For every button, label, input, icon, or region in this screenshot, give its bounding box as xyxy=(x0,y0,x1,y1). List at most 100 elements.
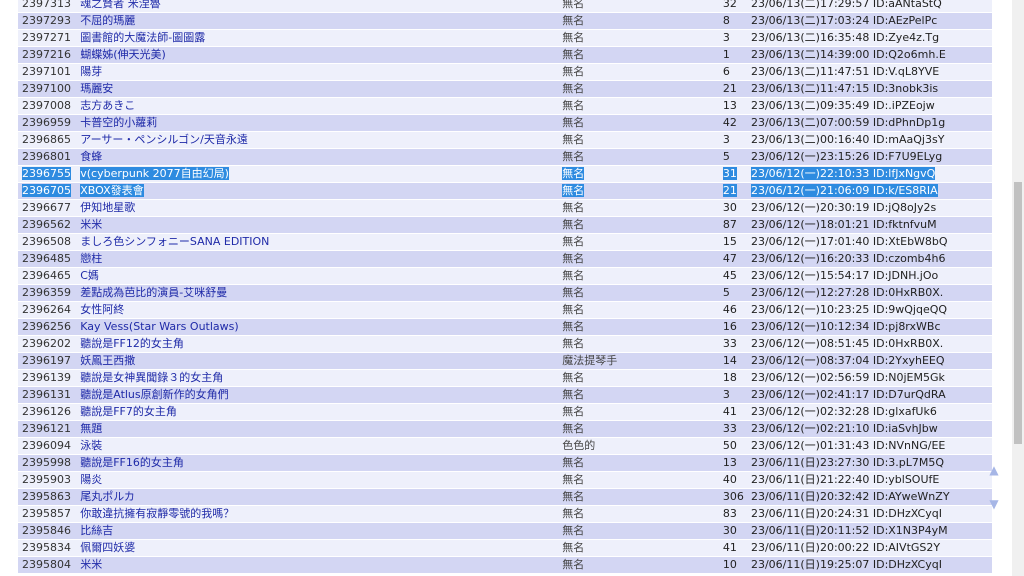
thread-row: 2395998 聽說是FF16的女主角 無名 13 23/06/11(日)23:27:3… xyxy=(18,455,992,472)
thread-number-cell: 2395998 xyxy=(18,455,77,472)
thread-number: 2396465 xyxy=(22,269,71,282)
reply-count: 1 xyxy=(722,48,730,61)
thread-title-link[interactable]: 佩爾四妖婆 xyxy=(80,541,135,554)
reply-count-cell: 21 xyxy=(718,81,747,98)
scroll-up-arrow-icon[interactable]: ▲ xyxy=(987,463,1001,477)
post-date-id: 23/06/12(一)10:23:25 ID:9wQjqeQQ xyxy=(750,303,948,316)
poster-name: 無名 xyxy=(562,286,585,299)
post-date-id-cell: 23/06/12(一)02:56:59 ID:N0jEM5Gk xyxy=(746,370,992,387)
thread-title-link[interactable]: 差點成為芭比的演員-艾咪舒曼 xyxy=(80,286,227,299)
post-date-id-cell: 23/06/11(日)20:11:52 ID:X1N3P4yM xyxy=(746,523,992,540)
thread-number-cell: 2395846 xyxy=(18,523,77,540)
thread-title-link[interactable]: 不屈的瑪麗 xyxy=(80,14,135,27)
thread-title-link-cell: v(cyberpunk 2077自由幻局) xyxy=(76,166,559,183)
thread-number: 2396121 xyxy=(22,422,71,435)
thread-title-link[interactable]: 伊知地星歌 xyxy=(80,201,135,214)
thread-title-link-cell: 食蜂 xyxy=(76,149,559,166)
thread-title-link[interactable]: 尾丸ポルカ xyxy=(80,490,135,503)
thread-number-cell: 2395834 xyxy=(18,540,77,557)
thread-row: 2396562 米米 無名 87 23/06/12(一)18:01:21 ID:fktn… xyxy=(18,217,992,234)
poster-name-cell: 無名 xyxy=(558,200,719,217)
thread-title-link[interactable]: 無題 xyxy=(80,422,102,435)
thread-title-link[interactable]: 女性阿終 xyxy=(80,303,124,316)
thread-number: 2396131 xyxy=(22,388,71,401)
thread-title-link[interactable]: 泳裝 xyxy=(80,439,102,452)
post-date-id-cell: 23/06/13(二)11:47:51 ID:V.qL8YVE xyxy=(746,64,992,81)
thread-title-link[interactable]: C媽 xyxy=(80,269,99,282)
thread-row: 2396256 Kay Vess(Star Wars Outlaws) 無名 16 23… xyxy=(18,319,992,336)
post-date-id-cell: 23/06/12(一)15:54:17 ID:JDNH.jOo xyxy=(746,268,992,285)
poster-name-cell: 無名 xyxy=(558,149,719,166)
thread-number-cell: 2397216 xyxy=(18,47,77,64)
thread-title-link[interactable]: ましろ色シンフォニーSANA EDITION xyxy=(80,235,269,248)
poster-name-cell: 無名 xyxy=(558,115,719,132)
scroll-down-arrow-icon[interactable]: ▼ xyxy=(987,497,1001,511)
thread-title-link[interactable]: 瑪麗安 xyxy=(80,82,113,95)
thread-title-link[interactable]: 志方あきこ xyxy=(80,99,135,112)
thread-title-link[interactable]: v(cyberpunk 2077自由幻局) xyxy=(80,167,229,180)
thread-title-link[interactable]: 妖鳳王西撒 xyxy=(80,354,135,367)
thread-row: 2395834 佩爾四妖婆 無名 41 23/06/11(日)20:00:22 ID:A… xyxy=(18,540,992,557)
thread-title-link[interactable]: 米米 xyxy=(80,218,102,231)
thread-number-cell: 2396264 xyxy=(18,302,77,319)
thread-title-link[interactable]: 聽說是FF7的女主角 xyxy=(80,405,177,418)
thread-title-link-cell: 瑪麗安 xyxy=(76,81,559,98)
reply-count-cell: 306 xyxy=(718,489,747,506)
post-date-id: 23/06/11(日)21:22:40 ID:yblSOUfE xyxy=(750,473,940,486)
thread-title-link-cell: 米米 xyxy=(76,217,559,234)
poster-name: 無名 xyxy=(562,558,585,571)
thread-title-link[interactable]: 戀柱 xyxy=(80,252,102,265)
thread-number: 2395804 xyxy=(22,558,71,571)
thread-title-link[interactable]: 魂之賢者 米涅魯 xyxy=(80,0,161,10)
thread-title-link[interactable]: 陽炎 xyxy=(80,473,102,486)
thread-title-link[interactable]: XBOX發表會 xyxy=(80,184,144,197)
thread-title-link[interactable]: Kay Vess(Star Wars Outlaws) xyxy=(80,320,238,333)
post-date-id-cell: 23/06/12(一)17:01:40 ID:XtEbW8bQ xyxy=(746,234,992,251)
thread-title-link[interactable]: 聽說是Atlus原創新作的女角們 xyxy=(80,388,228,401)
poster-name: 無名 xyxy=(562,473,585,486)
reply-count: 31 xyxy=(722,167,737,180)
thread-number: 2396755 xyxy=(22,167,71,180)
post-date-id-cell: 23/06/13(二)14:39:00 ID:Q2o6mh.E xyxy=(746,47,992,64)
thread-title-link[interactable]: 聽說是女神異聞錄３的女主角 xyxy=(80,371,223,384)
reply-count-cell: 33 xyxy=(718,336,747,353)
thread-title-link[interactable]: 聽說是FF16的女主角 xyxy=(80,456,184,469)
thread-number-cell: 2395903 xyxy=(18,472,77,489)
thread-row: 2396865 アーサー・ペンシルゴン/天音永遠 無名 3 23/06/13(二)00:… xyxy=(18,132,992,149)
thread-title-link[interactable]: 陽芽 xyxy=(80,65,102,78)
thread-number: 2396126 xyxy=(22,405,71,418)
thread-row: 2396508 ましろ色シンフォニーSANA EDITION 無名 15 23/06/1… xyxy=(18,234,992,251)
thread-title-link[interactable]: 米米 xyxy=(80,558,102,571)
post-date-id-cell: 23/06/11(日)20:24:31 ID:DHzXCyqI xyxy=(746,506,992,523)
thread-number: 2396359 xyxy=(22,286,71,299)
poster-name-cell: 無名 xyxy=(558,234,719,251)
poster-name: 無名 xyxy=(562,150,585,163)
post-date-id: 23/06/11(日)20:24:31 ID:DHzXCyqI xyxy=(750,507,942,520)
post-date-id-cell: 23/06/11(日)20:32:42 ID:AYweWnZY xyxy=(746,489,992,506)
poster-name: 無名 xyxy=(562,65,585,78)
post-date-id: 23/06/13(二)00:16:40 ID:mAaQj3sY xyxy=(750,133,945,146)
thread-row: 2396131 聽說是Atlus原創新作的女角們 無名 3 23/06/12(一)02:… xyxy=(18,387,992,404)
thread-title-link-cell: XBOX發表會 xyxy=(76,183,559,200)
reply-count-cell: 3 xyxy=(718,132,747,149)
scrollbar-thumb[interactable] xyxy=(1014,182,1022,444)
reply-count: 50 xyxy=(722,439,737,452)
thread-title-link[interactable]: アーサー・ペンシルゴン/天音永遠 xyxy=(80,133,248,146)
poster-name: 無名 xyxy=(562,541,585,554)
thread-title-link[interactable]: 蝴蝶姊(伸天光美) xyxy=(80,48,166,61)
poster-name-cell: 魔法提琴手 xyxy=(558,353,719,370)
poster-name-cell: 無名 xyxy=(558,30,719,47)
post-date-id-cell: 23/06/13(二)17:03:24 ID:AEzPelPc xyxy=(746,13,992,30)
thread-title-link[interactable]: 聽說是FF12的女主角 xyxy=(80,337,184,350)
post-date-id-cell: 23/06/13(二)07:00:59 ID:dPhnDp1g xyxy=(746,115,992,132)
thread-title-link[interactable]: 你敢違抗擁有寂靜零號的我嗎？ xyxy=(80,507,234,520)
poster-name: 無名 xyxy=(562,184,585,197)
thread-title-link[interactable]: 食蜂 xyxy=(80,150,102,163)
post-date-id: 23/06/12(一)15:54:17 ID:JDNH.jOo xyxy=(750,269,939,282)
thread-title-link[interactable]: 卡普空的小蘿莉 xyxy=(80,116,157,129)
post-date-id: 23/06/12(一)12:27:28 ID:0HxRB0X. xyxy=(750,286,944,299)
thread-title-link[interactable]: 圖書館的大魔法師-圖圖露 xyxy=(80,31,205,44)
thread-number-cell: 2397313 xyxy=(18,0,77,13)
thread-title-link[interactable]: 比絲吉 xyxy=(80,524,113,537)
thread-row: 2396705 XBOX發表會 無名 21 23/06/12(一)21:06:09 ID… xyxy=(18,183,992,200)
